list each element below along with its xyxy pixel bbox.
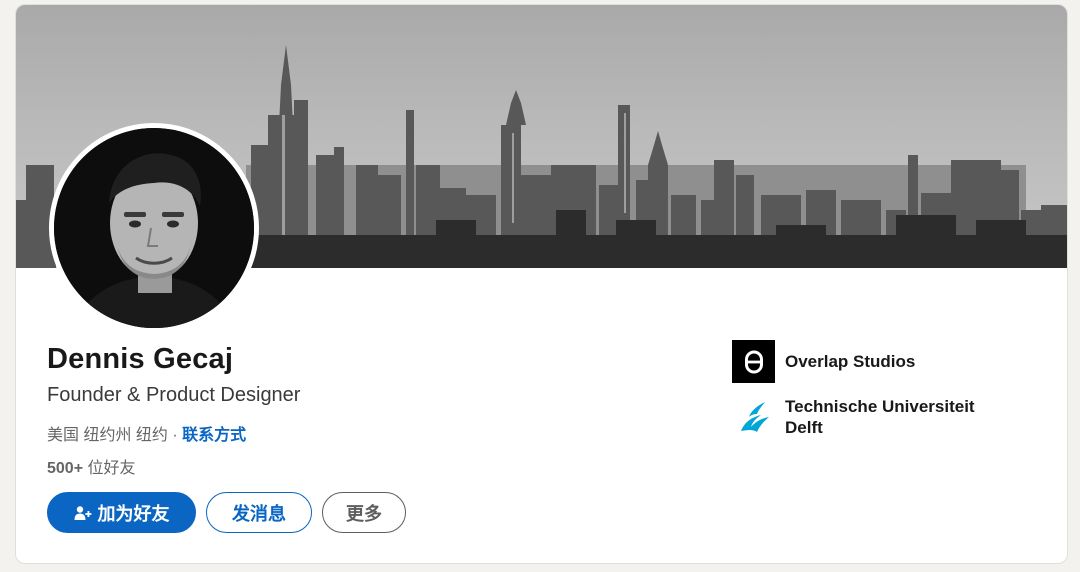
friends-label: 位好友 [83,460,136,477]
add-person-icon [74,505,92,521]
add-friend-label: 加为好友 [97,503,170,524]
friends-count[interactable]: 500+ 位好友 [47,454,136,478]
overlap-logo-icon [732,340,775,383]
more-button[interactable]: 更多 [322,492,406,533]
avatar-photo [54,128,254,328]
org-name: Technische Universiteit Delft [785,397,975,437]
profile-card: Dennis Gecaj Founder & Product Designer … [15,4,1068,564]
profile-name: Dennis Gecaj [47,343,234,375]
add-friend-button[interactable]: 加为好友 [47,492,196,533]
location-text: 美国 纽约州 纽约 · [47,427,183,444]
message-label: 发消息 [232,503,286,524]
friends-number: 500+ [47,460,84,477]
org-name: Overlap Studios [785,352,916,371]
tu-delft-flame-logo-icon [732,394,775,437]
org-item-tu-delft[interactable]: Technische Universiteit Delft [732,394,1015,438]
profile-location-line: 美国 纽约州 纽约 · 联系方式 [47,421,246,445]
message-button[interactable]: 发消息 [206,492,312,533]
contact-info-link[interactable]: 联系方式 [182,427,246,444]
org-item-overlap-studios[interactable]: Overlap Studios [732,340,1015,383]
profile-headline: Founder & Product Designer [47,384,301,406]
more-label: 更多 [346,503,382,524]
profile-avatar[interactable] [49,123,259,333]
